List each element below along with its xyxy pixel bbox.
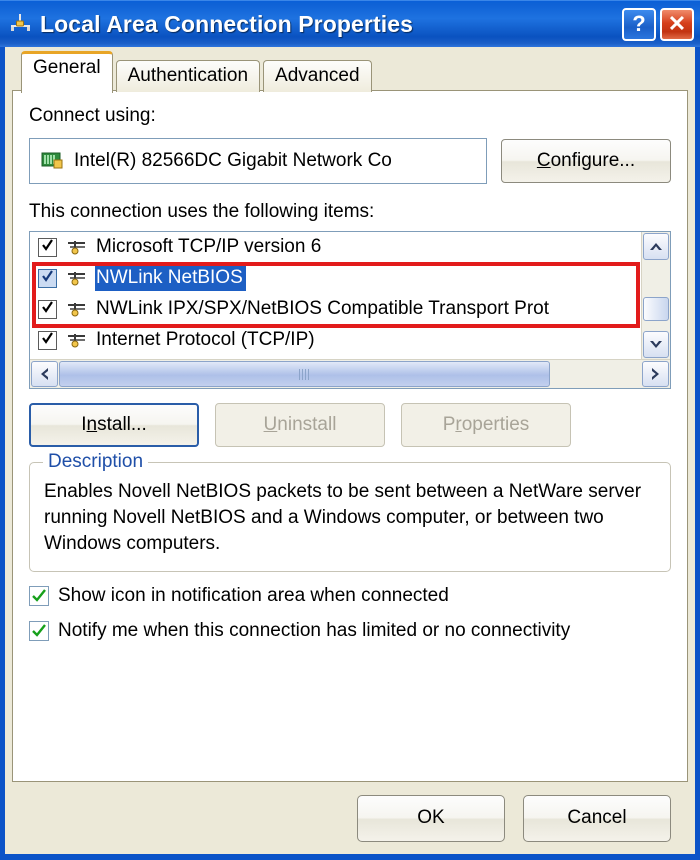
protocol-icon [64,270,88,288]
components-listbox[interactable]: Microsoft TCP/IP version 6 NWLink NetBIO… [29,231,671,389]
list-item[interactable]: NWLink IPX/SPX/NetBIOS Compatible Transp… [30,294,641,325]
list-item[interactable]: Internet Protocol (TCP/IP) [30,325,641,356]
notify-option-row[interactable]: Notify me when this connection has limit… [29,620,671,642]
show-icon-option-label: Show icon in notification area when conn… [58,585,449,606]
horizontal-scroll-thumb[interactable] [59,361,550,387]
install-button-label: Install... [81,414,147,435]
notify-option-label: Notify me when this connection has limit… [58,620,571,641]
list-item[interactable]: NWLink NetBIOS [30,263,641,294]
title-bar: Local Area Connection Properties ? ✕ [0,0,700,47]
checkbox-checked-icon[interactable] [29,586,49,606]
dialog-footer: OK Cancel [12,782,688,854]
tab-authentication[interactable]: Authentication [115,60,261,92]
protocol-icon [64,301,88,319]
checkbox-checked-icon[interactable] [38,238,57,257]
tab-advanced[interactable]: Advanced [263,60,372,92]
properties-dialog-window: Local Area Connection Properties ? ✕ Gen… [0,0,700,860]
configure-button[interactable]: Configure... [501,139,671,183]
components-list-rows: Microsoft TCP/IP version 6 NWLink NetBIO… [30,232,641,359]
window-title: Local Area Connection Properties [40,10,413,37]
adapter-name: Intel(R) 82566DC Gigabit Network Co [74,150,392,171]
ok-button[interactable]: OK [357,794,505,842]
listbox-horizontal-scrollbar[interactable] [30,359,670,388]
list-item-label: NWLink NetBIOS [95,266,246,291]
network-connection-icon [8,11,34,37]
show-icon-option-row[interactable]: Show icon in notification area when conn… [29,585,671,607]
properties-button[interactable]: Properties [401,403,571,447]
scroll-down-icon[interactable] [643,331,669,358]
checkbox-checked-icon[interactable] [38,331,57,350]
dialog-client-area: General Authentication Advanced Connect … [5,47,695,854]
tab-page-general: Connect using: Intel(R) 82566DC Gigabit … [12,90,688,782]
configure-button-label: Configure... [536,150,636,171]
description-group-title: Description [43,451,149,473]
scroll-right-icon[interactable] [642,361,669,387]
network-adapter-icon [41,151,63,171]
connect-using-label: Connect using: [29,105,156,126]
checkbox-checked-icon[interactable] [29,621,49,641]
scroll-thumb-grip-icon [299,368,310,380]
tab-general[interactable]: General [21,51,113,93]
component-action-buttons: Install... Uninstall Properties [29,403,671,447]
vertical-scroll-track[interactable] [642,261,670,330]
list-item[interactable]: Microsoft TCP/IP version 6 [30,232,641,263]
uninstall-button[interactable]: Uninstall [215,403,385,447]
protocol-icon [64,332,88,350]
horizontal-scroll-track[interactable] [59,360,641,388]
vertical-scroll-thumb[interactable] [643,297,669,321]
checkbox-checked-icon[interactable] [38,300,57,319]
list-item-label: Microsoft TCP/IP version 6 [96,236,322,257]
help-button[interactable]: ? [622,7,656,41]
cancel-button[interactable]: Cancel [523,794,671,842]
properties-button-label: Properties [442,414,530,435]
listbox-vertical-scrollbar[interactable] [641,232,670,359]
tab-strip: General Authentication Advanced [12,51,688,93]
close-icon[interactable]: ✕ [660,7,694,41]
scroll-up-icon[interactable] [643,233,669,260]
install-button[interactable]: Install... [29,403,199,447]
items-label: This connection uses the following items… [29,201,375,222]
list-item-label: Internet Protocol (TCP/IP) [96,329,315,350]
description-text: Enables Novell NetBIOS packets to be sen… [44,481,642,554]
connect-using-row: Intel(R) 82566DC Gigabit Network Co Conf… [29,138,671,184]
uninstall-button-label: Uninstall [263,414,337,435]
description-groupbox: Description Enables Novell NetBIOS packe… [29,451,671,572]
tabpage-spacer [29,642,671,781]
list-item-label: NWLink IPX/SPX/NetBIOS Compatible Transp… [96,298,550,319]
protocol-icon [64,239,88,257]
adapter-display-field: Intel(R) 82566DC Gigabit Network Co [29,138,487,184]
window-controls: ? ✕ [622,7,694,41]
checkbox-checked-icon[interactable] [38,269,57,288]
scroll-left-icon[interactable] [31,361,58,387]
